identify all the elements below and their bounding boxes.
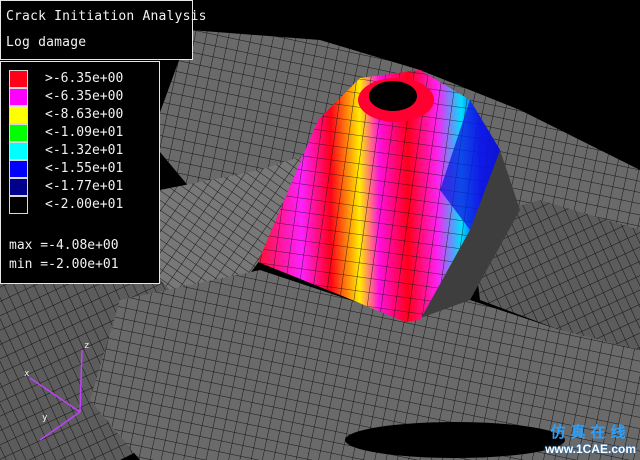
watermark-cn: 仿真在线 <box>550 423 631 441</box>
legend-swatch <box>9 88 28 106</box>
boss-top-hole <box>369 81 417 111</box>
legend-label: <-1.32e+01 <box>45 143 124 158</box>
legend-label: >-6.35e+00 <box>45 71 124 86</box>
legend-label: <-2.00e+01 <box>45 197 124 212</box>
watermark: 仿真在线 www.1CAE.com <box>545 421 636 456</box>
legend-label: <-8.63e+00 <box>45 107 124 122</box>
legend-swatch <box>9 160 28 178</box>
legend-label: <-1.09e+01 <box>45 125 124 140</box>
legend-row: <-8.63e+00 <box>9 106 159 124</box>
legend-row: <-2.00e+01 <box>9 196 159 214</box>
legend-label: <-1.77e+01 <box>45 179 124 194</box>
legend-row: <-1.77e+01 <box>9 178 159 196</box>
result-type-label: Log damage <box>6 35 87 50</box>
z-axis-label: z <box>84 341 89 351</box>
color-legend: >-6.35e+00 <-6.35e+00 <-8.63e+00 <-1.09e… <box>0 61 160 284</box>
min-value: min =-2.00e+01 <box>9 257 119 272</box>
legend-label: <-6.35e+00 <box>45 89 124 104</box>
x-axis-label: x <box>24 369 30 379</box>
legend-row: <-1.09e+01 <box>9 124 159 142</box>
legend-swatch <box>9 124 28 142</box>
legend-label: <-1.55e+01 <box>45 161 124 176</box>
legend-row: <-1.32e+01 <box>9 142 159 160</box>
legend-swatch <box>9 178 28 196</box>
title-panel: Crack Initiation Analysis Log damage <box>0 0 206 60</box>
legend-swatch <box>9 196 28 214</box>
legend-swatch <box>9 106 28 124</box>
legend-swatch <box>9 142 28 160</box>
watermark-url: www.1CAE.com <box>545 442 636 456</box>
legend-row: <-6.35e+00 <box>9 88 159 106</box>
legend-swatch <box>9 70 28 88</box>
max-value: max =-4.08e+00 <box>9 238 119 253</box>
y-axis-label: y <box>42 413 48 423</box>
analysis-title: Crack Initiation Analysis <box>6 9 207 24</box>
legend-row: <-1.55e+01 <box>9 160 159 178</box>
mesh-hole <box>345 422 565 458</box>
legend-row: >-6.35e+00 <box>9 70 159 88</box>
